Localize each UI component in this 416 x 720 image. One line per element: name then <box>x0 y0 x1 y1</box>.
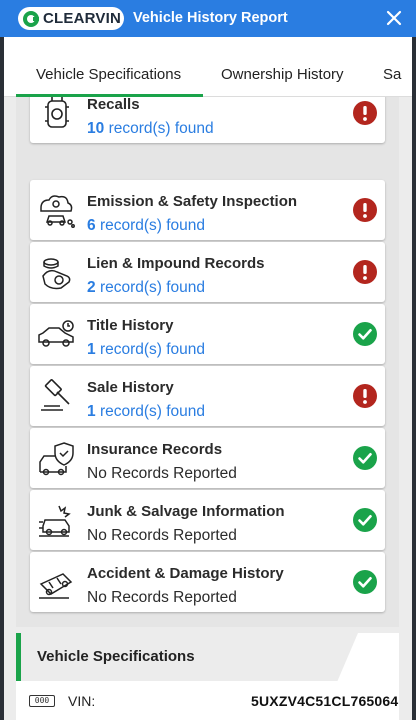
record-card-title-history[interactable]: Title History 1 record(s) found <box>30 304 385 364</box>
vehicle-specifications-section: Vehicle Specifications 000 VIN: 5UXZV4C5… <box>16 633 399 720</box>
record-card-recalls[interactable]: Recalls 10 record(s) found <box>30 97 385 143</box>
section-title: Vehicle Specifications <box>37 648 195 665</box>
accident-car-icon <box>39 573 73 599</box>
record-suffix: record(s) found <box>99 403 206 420</box>
records-list[interactable]: Recalls 10 record(s) found Emission & Sa… <box>16 97 399 627</box>
check-icon <box>353 570 377 594</box>
record-count-line: 2 record(s) found <box>87 279 205 297</box>
check-icon <box>353 322 377 346</box>
section-accent-bar <box>16 633 21 681</box>
record-suffix: record(s) found <box>99 217 206 234</box>
record-suffix: record(s) found <box>99 279 206 296</box>
check-icon <box>353 508 377 532</box>
junk-salvage-icon <box>39 505 71 537</box>
vin-icon: 000 <box>29 695 55 707</box>
tab-bar: Vehicle Specifications Ownership History… <box>4 37 412 97</box>
vin-value: 5UXZV4C51CL765064 <box>251 693 399 709</box>
record-status-text: No Records Reported <box>87 527 237 544</box>
tab-sale-partial[interactable]: Sa <box>383 66 401 83</box>
record-card-junk-salvage[interactable]: Junk & Salvage Information No Records Re… <box>30 490 385 550</box>
vin-label: VIN: <box>68 693 96 709</box>
record-count: 6 <box>87 217 96 234</box>
record-count: 1 <box>87 341 96 358</box>
record-card-emission-safety[interactable]: Emission & Safety Inspection 6 record(s)… <box>30 180 385 240</box>
record-title: Insurance Records <box>87 441 223 458</box>
record-title: Junk & Salvage Information <box>87 503 285 520</box>
record-card-accident-damage[interactable]: Accident & Damage History No Records Rep… <box>30 552 385 612</box>
lien-money-icon <box>42 258 71 290</box>
app-header: CLEARVIN Vehicle History Report <box>0 0 416 37</box>
record-card-lien-impound[interactable]: Lien & Impound Records 2 record(s) found <box>30 242 385 302</box>
record-title: Recalls <box>87 97 140 113</box>
record-title: Lien & Impound Records <box>87 255 265 272</box>
record-count: 10 <box>87 120 105 137</box>
clearvin-logo-icon <box>23 10 39 27</box>
check-icon <box>353 446 377 470</box>
close-icon[interactable] <box>382 6 406 30</box>
tab-vehicle-specifications[interactable]: Vehicle Specifications <box>36 66 181 83</box>
insurance-shield-icon <box>39 442 74 476</box>
record-card-sale-history[interactable]: Sale History 1 record(s) found <box>30 366 385 426</box>
record-title: Title History <box>87 317 174 334</box>
gavel-icon <box>41 379 70 411</box>
alert-icon <box>353 260 377 284</box>
alert-icon <box>353 101 377 125</box>
record-count-line: 6 record(s) found <box>87 217 205 235</box>
record-count-line: 1 record(s) found <box>87 403 205 421</box>
section-header: Vehicle Specifications <box>16 633 358 681</box>
title-car-icon <box>38 320 74 347</box>
record-title: Sale History <box>87 379 174 396</box>
record-suffix: record(s) found <box>99 341 206 358</box>
record-card-insurance[interactable]: Insurance Records No Records Reported <box>30 428 385 488</box>
record-count-line: 1 record(s) found <box>87 341 205 359</box>
record-count: 2 <box>87 279 96 296</box>
record-suffix: record(s) found <box>108 120 214 137</box>
record-status-text: No Records Reported <box>87 465 237 482</box>
alert-icon <box>353 384 377 408</box>
record-status-text: No Records Reported <box>87 589 237 606</box>
alert-icon <box>353 198 377 222</box>
record-count-line: 10 record(s) found <box>87 120 214 138</box>
record-count: 1 <box>87 403 96 420</box>
report-panel: Vehicle Specifications Ownership History… <box>4 37 412 720</box>
logo-text: CLEARVIN <box>43 10 121 27</box>
emission-car-icon <box>40 195 75 228</box>
clearvin-logo: CLEARVIN <box>18 7 124 30</box>
record-title: Emission & Safety Inspection <box>87 193 298 210</box>
recall-engine-icon <box>45 97 69 128</box>
record-title: Accident & Damage History <box>87 565 284 582</box>
page-title: Vehicle History Report <box>133 10 288 26</box>
tab-ownership-history[interactable]: Ownership History <box>221 66 344 83</box>
